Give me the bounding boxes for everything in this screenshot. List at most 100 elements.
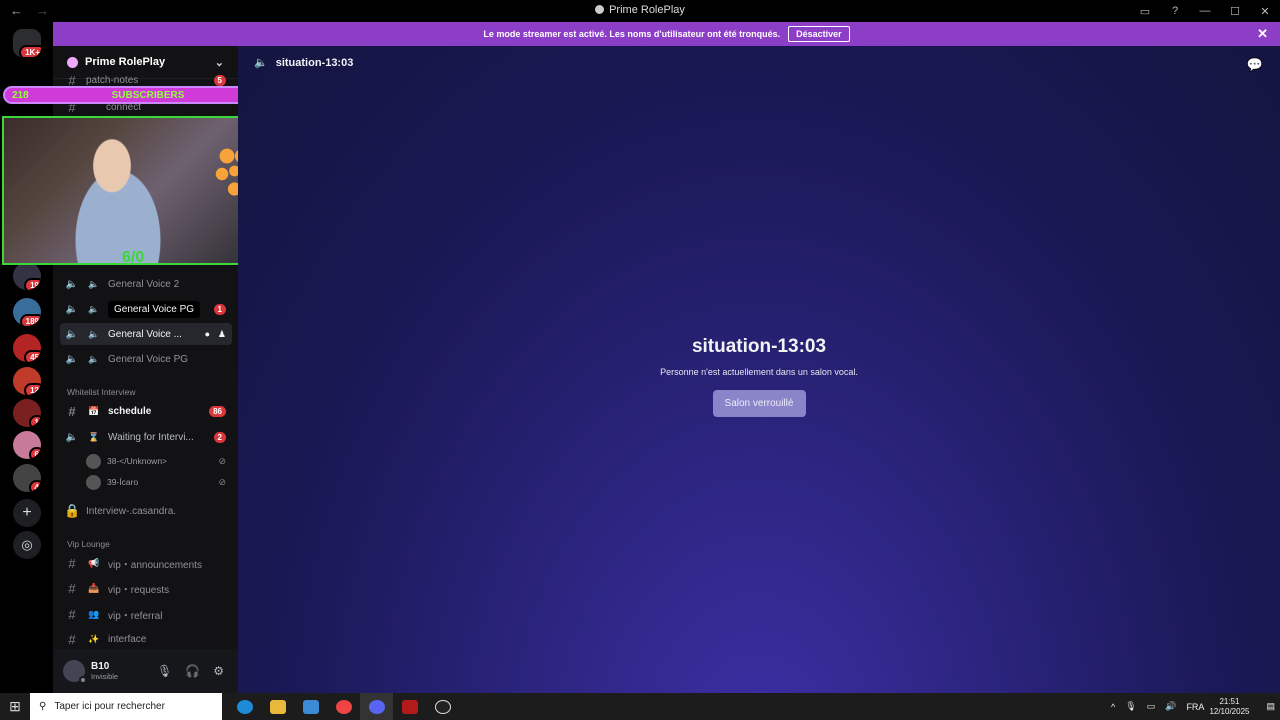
network-icon[interactable]: ▭ — [1147, 701, 1156, 712]
server-icon[interactable]: 45 — [13, 334, 41, 362]
megaphone-icon: 📢 — [88, 557, 100, 568]
chat-bubble-icon[interactable]: ● — [205, 329, 210, 339]
clock[interactable]: 21:51 12/10/2025 — [1209, 697, 1249, 717]
channel-schedule[interactable]: # 📅 schedule 86 — [60, 400, 232, 422]
file-explorer-icon[interactable] — [261, 693, 294, 720]
category-vip[interactable]: Vip Lounge — [67, 539, 110, 549]
voicemeeter-icon[interactable] — [393, 693, 426, 720]
volume-icon[interactable]: 🔊 — [1165, 701, 1176, 712]
channel-interview[interactable]: 🔒 Interview-.casandra. — [60, 500, 232, 522]
system-tray: ^ 🎙 ▭ 🔊 FRA 21:51 12/10/2025 ▤ — [1106, 693, 1280, 720]
voice-channel[interactable]: 🔈 🔈 General Voice ... ● ♟ — [60, 323, 232, 345]
server-icon[interactable]: 12 — [13, 367, 41, 395]
people-icon: 👥 — [88, 608, 100, 619]
calendar-icon: 📅 — [88, 405, 100, 416]
minimize-icon[interactable]: — — [1190, 0, 1220, 22]
sparkle-icon: ✨ — [88, 633, 100, 644]
microphone-icon[interactable]: 🎙 — [1125, 701, 1136, 712]
close-notice-icon[interactable]: ✕ — [1257, 26, 1268, 42]
webcam-overlay: 6/0 — [2, 116, 268, 265]
speaker-icon: 🔈 — [88, 278, 100, 289]
hash-icon: # — [68, 606, 76, 622]
user-status: Invisible — [91, 672, 119, 681]
gear-icon[interactable]: ⚙ — [213, 664, 224, 678]
status-indicator — [79, 676, 87, 684]
direct-messages-button[interactable]: 1K+ — [13, 29, 41, 57]
disable-streamer-button[interactable]: Désactiver — [788, 26, 850, 42]
chat-icon[interactable]: 💬 — [1247, 57, 1263, 73]
hash-icon: # — [68, 631, 76, 647]
window-title: Prime RolePlay — [0, 4, 1280, 16]
streamer-mode-notice: Le mode streamer est activé. Les noms d'… — [53, 22, 1280, 46]
invite-icon[interactable]: ♟ — [218, 329, 226, 340]
empty-description: Personne n'est actuellement dans un salo… — [660, 367, 858, 377]
dm-badge: 1K+ — [19, 45, 41, 57]
category-whitelist[interactable]: Whitelist Interview — [67, 387, 136, 397]
obs-icon[interactable] — [426, 693, 459, 720]
user-panel: B10 Invisible 🎙 🎧 ⚙ — [53, 649, 238, 693]
speaker-icon: 🔈 — [65, 303, 79, 315]
speaker-icon: 🔈 — [65, 328, 79, 340]
speaker-icon: 🔈 — [254, 57, 268, 69]
username: B10 — [91, 661, 110, 672]
channel-header: 🔈 situation-13:03 — [254, 56, 354, 70]
taskbar-search[interactable]: ⚲ Taper ici pour rechercher — [30, 693, 222, 720]
server-icon[interactable]: 6 — [13, 431, 41, 459]
speaker-icon: 🔈 — [88, 353, 100, 364]
voice-user[interactable]: 38-</Unknown> ⊘ — [86, 452, 232, 470]
edge-icon[interactable] — [228, 693, 261, 720]
avatar[interactable] — [63, 660, 87, 684]
notification-icon[interactable]: ▤ — [1266, 701, 1275, 712]
language-indicator[interactable]: FRA — [1186, 702, 1204, 712]
chrome-icon[interactable] — [327, 693, 360, 720]
add-server-icon[interactable]: + — [13, 499, 41, 527]
store-icon[interactable] — [294, 693, 327, 720]
locked-channel-button[interactable]: Salon verrouillé — [712, 390, 806, 417]
streamer-video — [64, 132, 184, 263]
avatar — [86, 474, 101, 490]
close-icon[interactable]: ✕ — [1250, 0, 1280, 22]
muted-icon: ⊘ — [218, 455, 226, 466]
headphones-icon[interactable]: 🎧 — [185, 664, 200, 678]
chevron-down-icon[interactable]: ⌄ — [215, 56, 224, 69]
search-icon: ⚲ — [39, 701, 47, 712]
speaker-icon: 🔈 — [65, 431, 79, 443]
help-icon[interactable]: ? — [1160, 0, 1190, 22]
channel-vip-requests[interactable]: # 📥 vip・requests — [60, 577, 232, 599]
lock-icon: 🔒 — [64, 503, 81, 518]
inbox-icon: 📥 — [88, 582, 100, 593]
channel-vip-referral[interactable]: # 👥 vip・referral — [60, 603, 232, 625]
chevron-up-icon[interactable]: ^ — [1111, 702, 1115, 712]
voice-user[interactable]: 39-Ícaro ⊘ — [86, 473, 232, 491]
discord-icon[interactable] — [360, 693, 393, 720]
server-icon[interactable]: 1 — [13, 399, 41, 427]
server-badge-icon — [67, 56, 78, 68]
server-icon[interactable]: 4 — [13, 464, 41, 492]
voice-channel[interactable]: 🔈 🔈 General Voice 2 — [60, 273, 232, 295]
avatar — [86, 453, 101, 469]
channel-vip-announcements[interactable]: # 📢 vip・announcements — [60, 552, 232, 574]
hash-icon: # — [68, 580, 76, 596]
app-logo-icon — [595, 5, 605, 14]
server-icon[interactable]: 189 — [13, 298, 41, 326]
discover-icon[interactable]: ◎ — [13, 531, 41, 559]
page-title: situation-13:03 — [691, 336, 827, 357]
inbox-icon[interactable]: ▭ — [1130, 0, 1160, 22]
notice-text: Le mode streamer est activé. Les noms d'… — [483, 29, 781, 39]
title-bar: ← → Prime RolePlay ▭ ? — ☐ ✕ — [0, 0, 1280, 22]
speaker-icon: 🔈 — [65, 278, 79, 290]
maximize-icon[interactable]: ☐ — [1220, 0, 1250, 22]
voice-channel[interactable]: 🔈 🔈 General Voice PG — [60, 348, 232, 370]
windows-start-icon[interactable]: ⊞ — [0, 693, 30, 720]
hash-icon: # — [68, 403, 76, 419]
muted-icon: ⊘ — [218, 476, 226, 487]
microphone-icon[interactable]: 🎙 — [157, 664, 172, 678]
speaker-icon: 🔈 — [88, 303, 100, 314]
voice-channel[interactable]: 🔈 🔈 General Voice PG 1 — [60, 298, 232, 320]
taskbar: ⊞ ⚲ Taper ici pour rechercher ^ 🎙 ▭ 🔊 FR… — [0, 693, 1280, 720]
voice-empty-state: situation-13:03 Personne n'est actuellem… — [238, 336, 1280, 417]
channel-interface[interactable]: # ✨ interface — [60, 628, 232, 650]
speaker-icon: 🔈 — [65, 353, 79, 365]
voice-channel-waiting[interactable]: 🔈 ⌛ Waiting for Intervi... 2 — [60, 426, 232, 448]
server-icon[interactable]: 19 — [13, 262, 41, 290]
